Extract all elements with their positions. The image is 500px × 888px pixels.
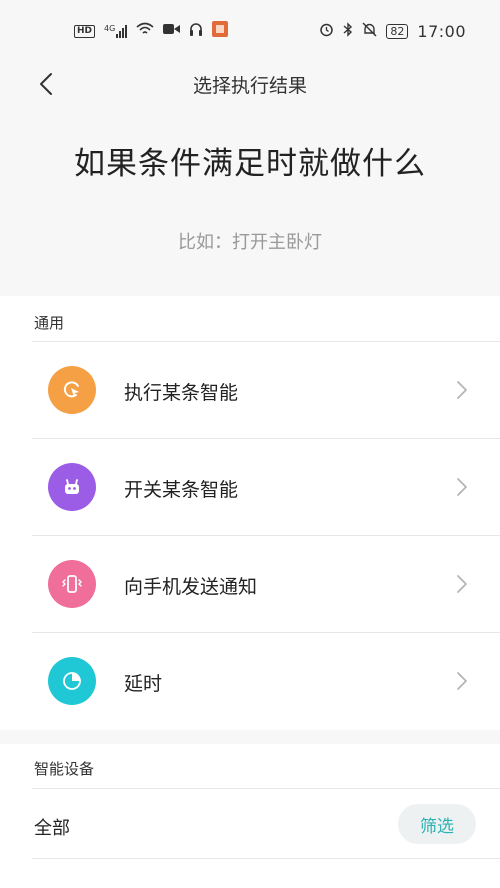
clock-icon xyxy=(48,657,96,705)
chevron-right-icon xyxy=(457,478,467,496)
hd-icon: HD xyxy=(74,24,96,38)
clock-time: 17:00 xyxy=(417,21,466,41)
robot-icon xyxy=(48,463,96,511)
section-label-general: 通用 xyxy=(34,314,65,332)
4g-signal-icon: 4G xyxy=(104,24,128,38)
hero-subtitle: 比如：打开主卧灯 xyxy=(178,232,322,253)
devices-section: 智能设备 全部 筛选 xyxy=(0,744,500,888)
headset-icon xyxy=(189,22,203,41)
back-button[interactable] xyxy=(28,68,64,100)
chevron-right-icon xyxy=(457,575,467,593)
app-notification-icon xyxy=(212,21,229,41)
filter-button[interactable]: 筛选 xyxy=(398,804,476,844)
status-bar: HD 4G 82 17:00 xyxy=(0,0,500,62)
general-section: 通用 执行某条智能 开关某条智能 向手机发送通知 延时 xyxy=(0,296,500,730)
status-left: HD 4G xyxy=(74,21,229,41)
action-item-run-scene[interactable]: 执行某条智能 xyxy=(32,342,500,439)
divider xyxy=(32,858,500,859)
nav-bar: 选择执行结果 xyxy=(0,62,500,106)
status-right: 82 17:00 xyxy=(319,22,466,41)
action-item-label: 开关某条智能 xyxy=(124,479,239,501)
cursor-click-icon xyxy=(48,366,96,414)
action-item-toggle-scene[interactable]: 开关某条智能 xyxy=(32,439,500,536)
action-item-delay[interactable]: 延时 xyxy=(32,633,500,730)
page-title: 选择执行结果 xyxy=(192,74,307,97)
filter-all-label: 全部 xyxy=(34,818,70,839)
action-item-send-notification[interactable]: 向手机发送通知 xyxy=(32,536,500,633)
chevron-left-icon xyxy=(40,73,52,95)
video-icon xyxy=(163,23,181,39)
mute-icon xyxy=(362,22,377,41)
bluetooth-icon xyxy=(343,21,353,41)
chevron-right-icon xyxy=(457,672,467,690)
action-item-label: 向手机发送通知 xyxy=(124,576,258,598)
alarm-icon xyxy=(319,22,334,41)
phone-vibrate-icon xyxy=(48,560,96,608)
chevron-right-icon xyxy=(457,381,467,399)
section-label-devices: 智能设备 xyxy=(34,760,95,778)
action-item-label: 延时 xyxy=(124,673,163,695)
divider xyxy=(32,788,500,789)
battery-indicator: 82 xyxy=(386,23,409,39)
hero-title: 如果条件满足时就做什么 xyxy=(74,146,426,182)
wifi-icon xyxy=(136,22,154,40)
action-item-label: 执行某条智能 xyxy=(124,382,239,404)
